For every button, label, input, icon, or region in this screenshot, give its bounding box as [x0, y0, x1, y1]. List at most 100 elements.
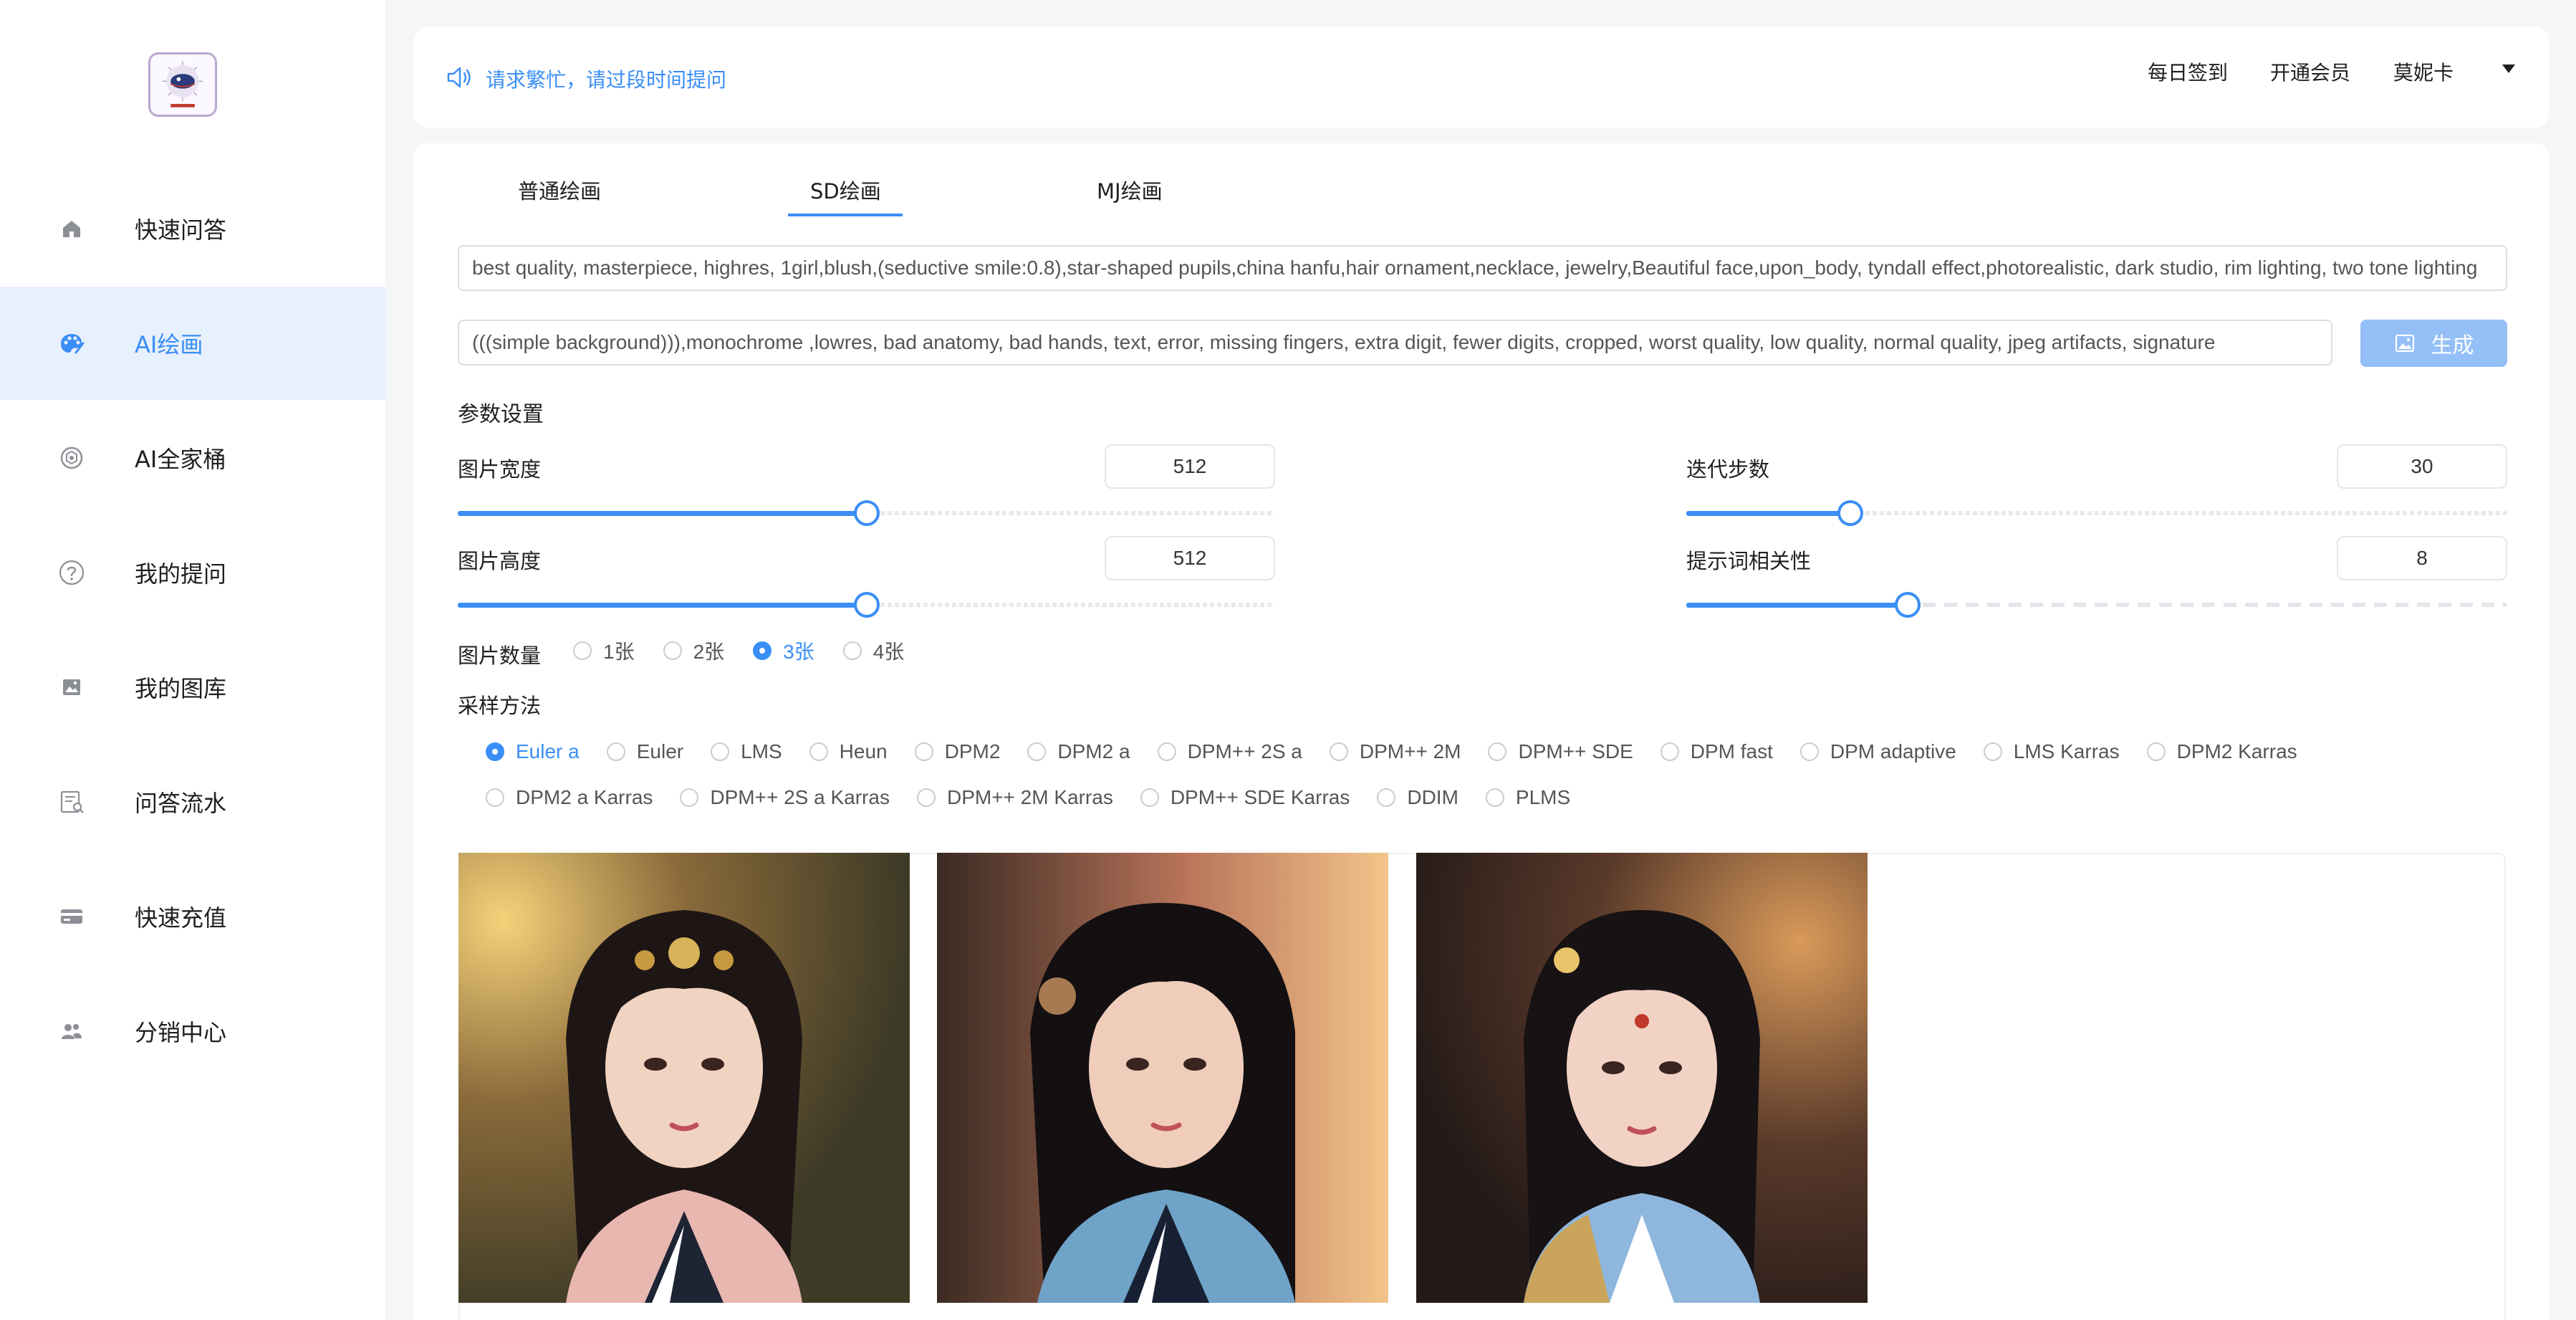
radio-circle-icon[interactable] — [711, 742, 730, 761]
app-logo[interactable] — [148, 52, 217, 117]
radio-circle-icon[interactable] — [1157, 742, 1176, 761]
sampler-option-radio[interactable]: PLMS — [1485, 786, 1571, 809]
radio-circle-icon[interactable] — [1488, 742, 1507, 761]
radio-circle-icon[interactable] — [1329, 742, 1348, 761]
sampler-option-radio[interactable]: DPM2 — [914, 740, 1000, 763]
sidebar-item-label: AI全家桶 — [135, 446, 226, 473]
radio-circle-icon[interactable] — [486, 788, 504, 807]
count-option-radio[interactable]: 1张 — [573, 636, 635, 665]
count-option-radio-label: 2张 — [693, 641, 725, 663]
radio-circle-icon[interactable] — [753, 641, 772, 660]
home-icon — [56, 213, 87, 244]
generated-image[interactable] — [937, 853, 1388, 1303]
radio-circle-icon[interactable] — [1799, 742, 1819, 761]
daily-checkin-link[interactable]: 每日签到 — [2148, 57, 2228, 86]
count-option-radio[interactable]: 3张 — [753, 636, 814, 665]
radio-circle-icon[interactable] — [1485, 788, 1504, 807]
generated-image[interactable] — [458, 853, 910, 1303]
radio-circle-icon[interactable] — [606, 742, 625, 761]
radio-circle-icon[interactable] — [573, 641, 592, 660]
radio-circle-icon[interactable] — [914, 742, 933, 761]
count-option-radio[interactable]: 2张 — [663, 636, 725, 665]
cfg-slider-thumb[interactable] — [1895, 592, 1921, 618]
radio-circle-icon[interactable] — [1027, 742, 1047, 761]
sampler-option-radio-label: DPM++ SDE Karras — [1170, 786, 1350, 808]
radio-circle-icon[interactable] — [916, 788, 936, 807]
sampler-option-radio[interactable]: LMS — [711, 740, 782, 763]
width-input[interactable]: 512 — [1105, 444, 1275, 489]
username-menu[interactable]: 莫妮卡 — [2393, 57, 2454, 86]
width-slider-thumb[interactable] — [853, 500, 880, 526]
sidebar-item-my-gallery[interactable]: 我的图库 — [0, 631, 385, 744]
sampler-option-radio[interactable]: DPM2 Karras — [2146, 740, 2297, 763]
sampler-option-radio[interactable]: Euler a — [486, 740, 580, 763]
steps-slider[interactable] — [1686, 499, 2507, 527]
sampler-option-radio[interactable]: DPM adaptive — [1799, 740, 1956, 763]
sampler-option-radio[interactable]: DPM fast — [1660, 740, 1773, 763]
users-icon — [56, 1015, 87, 1047]
tab-normal-drawing[interactable]: 普通绘画 — [518, 175, 601, 205]
params-section-title: 参数设置 — [458, 402, 544, 427]
sidebar-item-ai-suite[interactable]: AI全家桶 — [0, 401, 385, 515]
sampler-option-radio-label: PLMS — [1515, 786, 1571, 808]
sampler-option-radio[interactable]: DPM2 a Karras — [486, 786, 653, 809]
sampler-option-radio[interactable]: DPM++ 2M — [1329, 740, 1461, 763]
sidebar-item-my-questions[interactable]: 我的提问 — [0, 516, 385, 629]
sidebar-item-distribution[interactable]: 分销中心 — [0, 975, 385, 1088]
cfg-input[interactable]: 8 — [2337, 536, 2507, 580]
sampler-option-radio[interactable]: DPM2 a — [1027, 740, 1130, 763]
tab-mj-drawing[interactable]: MJ绘画 — [1097, 175, 1163, 205]
sampler-option-radio[interactable]: DPM++ 2S a — [1157, 740, 1302, 763]
count-radio-group: 1张 2张 3张 4张 — [573, 636, 904, 665]
sidebar-item-recharge[interactable]: 快速充值 — [0, 860, 385, 973]
sampler-option-radio-label: DPM++ 2S a — [1187, 740, 1302, 762]
width-slider[interactable] — [458, 499, 1275, 527]
radio-circle-icon[interactable] — [842, 641, 862, 660]
sidebar-item-quick-qa[interactable]: 快速问答 — [0, 172, 385, 285]
sidebar-item-ai-drawing[interactable]: AI绘画 — [0, 287, 385, 400]
radio-circle-icon[interactable] — [1377, 788, 1396, 807]
sidebar: 快速问答 AI绘画 AI全家桶 我的提问 我的图库 问答流水 快速充值 分销中心 — [0, 0, 385, 1320]
sampler-option-radio[interactable]: DPM++ 2M Karras — [916, 786, 1113, 809]
radio-circle-icon[interactable] — [680, 788, 699, 807]
tab-sd-drawing[interactable]: SD绘画 — [810, 175, 881, 205]
radio-circle-icon[interactable] — [486, 742, 504, 761]
openai-icon — [56, 442, 87, 474]
height-slider-thumb[interactable] — [853, 592, 880, 618]
height-label: 图片高度 — [458, 549, 542, 573]
sampler-option-radio-label: LMS — [741, 740, 782, 762]
generated-image[interactable] — [1416, 853, 1868, 1303]
negative-prompt-input[interactable]: (((simple background))),monochrome ,lowr… — [458, 320, 2332, 365]
steps-slider-thumb[interactable] — [1837, 500, 1864, 526]
sampler-option-radio[interactable]: DPM++ SDE — [1488, 740, 1633, 763]
sampler-option-radio[interactable]: DDIM — [1377, 786, 1458, 809]
positive-prompt-input[interactable]: best quality, masterpiece, highres, 1gir… — [458, 245, 2507, 291]
sampler-option-radio[interactable]: DPM++ SDE Karras — [1140, 786, 1350, 809]
chevron-down-icon[interactable] — [2502, 64, 2515, 73]
radio-circle-icon[interactable] — [663, 641, 682, 660]
radio-circle-icon[interactable] — [2146, 742, 2166, 761]
radio-circle-icon[interactable] — [1140, 788, 1159, 807]
sidebar-item-label: 分销中心 — [135, 1019, 227, 1046]
radio-circle-icon[interactable] — [1660, 742, 1679, 761]
count-option-radio[interactable]: 4张 — [842, 636, 904, 665]
radio-circle-icon[interactable] — [809, 742, 828, 761]
height-input[interactable]: 512 — [1105, 536, 1275, 580]
steps-input[interactable]: 30 — [2337, 444, 2507, 489]
sidebar-item-qa-records[interactable]: 问答流水 — [0, 745, 385, 859]
sampler-option-radio[interactable]: Euler — [606, 740, 683, 763]
open-vip-link[interactable]: 开通会员 — [2270, 57, 2350, 86]
image-icon — [56, 671, 87, 703]
sampler-option-radio[interactable]: Heun — [809, 740, 888, 763]
generate-button[interactable]: 生成 — [2360, 320, 2507, 367]
sampler-option-radio-label: DPM2 Karras — [2176, 740, 2297, 762]
sampler-label: 采样方法 — [458, 694, 542, 718]
radio-circle-icon[interactable] — [1983, 742, 2002, 761]
sampler-option-radio[interactable]: LMS Karras — [1983, 740, 2120, 763]
sampler-option-radio-label: DPM++ SDE — [1518, 740, 1633, 762]
notice-bar: 请求繁忙，请过段时间提问 每日签到 开通会员 莫妮卡 — [414, 27, 2549, 128]
height-slider[interactable] — [458, 590, 1275, 619]
cfg-slider[interactable] — [1686, 590, 2507, 619]
sampler-option-radio[interactable]: DPM++ 2S a Karras — [680, 786, 890, 809]
sampler-option-radio-label: DPM adaptive — [1830, 740, 1956, 762]
